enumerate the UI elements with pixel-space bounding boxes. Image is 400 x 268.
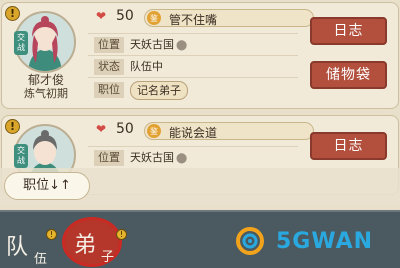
field-value: 天妖古国 ⬤ bbox=[130, 38, 188, 51]
trait-tag[interactable]: 鉴 管不住嘴 bbox=[144, 9, 314, 27]
field-value: 天妖古国 ⬤ bbox=[130, 151, 188, 164]
tab-team-label-sub: 伍 bbox=[34, 252, 48, 267]
field-label: 职位 bbox=[94, 82, 124, 98]
sect-badge: 交战 bbox=[14, 144, 28, 168]
tab-team-label-main: 队 bbox=[6, 235, 29, 260]
sect-badge: 交战 bbox=[14, 31, 28, 55]
cultivation-realm: 炼气初期 bbox=[24, 87, 68, 100]
alert-icon: ! bbox=[46, 229, 57, 240]
tab-disciples-label-main: 弟 bbox=[74, 233, 97, 258]
log-button[interactable]: 日志 bbox=[310, 132, 387, 160]
trait-tag[interactable]: 鉴 能说会道 bbox=[144, 122, 314, 140]
watermark: 5GWAN bbox=[236, 226, 373, 256]
field-label: 位置 bbox=[94, 37, 124, 53]
favor-value: 50 bbox=[116, 121, 134, 137]
wifi-logo-icon bbox=[236, 227, 264, 255]
log-button[interactable]: 日志 bbox=[310, 17, 387, 45]
divider bbox=[88, 33, 298, 34]
disciple-name: 郁才俊 bbox=[27, 73, 64, 87]
location-pin-icon: ⬤ bbox=[176, 153, 188, 164]
favor-value: 50 bbox=[116, 8, 134, 24]
watermark-text: 5GWAN bbox=[276, 228, 374, 254]
trait-icon: 鉴 bbox=[147, 11, 161, 25]
tab-disciples-label-sub: 子 bbox=[101, 250, 115, 265]
disciple-card[interactable]: ! 交战 郁才俊 炼气初期 ❤ 50 鉴 管不住嘴 位置 天妖古国 ⬤ 状态 队伍… bbox=[1, 2, 399, 109]
heart-icon: ❤ bbox=[96, 122, 107, 136]
storage-bag-button[interactable]: 储物袋 bbox=[310, 61, 387, 89]
sort-by-rank-button[interactable]: 职位↓↑ bbox=[4, 172, 90, 200]
heart-icon: ❤ bbox=[96, 9, 107, 23]
trait-label: 管不住嘴 bbox=[169, 13, 218, 27]
field-value: 队伍中 bbox=[130, 60, 163, 73]
rank-pill[interactable]: 记名弟子 bbox=[130, 81, 188, 100]
field-label: 状态 bbox=[94, 59, 124, 75]
alert-icon: ! bbox=[116, 229, 127, 240]
divider bbox=[88, 77, 298, 78]
field-label: 位置 bbox=[94, 150, 124, 166]
divider bbox=[88, 146, 298, 147]
divider bbox=[88, 55, 298, 56]
location-pin-icon: ⬤ bbox=[176, 40, 188, 51]
trait-icon: 鉴 bbox=[147, 124, 161, 138]
trait-label: 能说会道 bbox=[169, 126, 218, 140]
